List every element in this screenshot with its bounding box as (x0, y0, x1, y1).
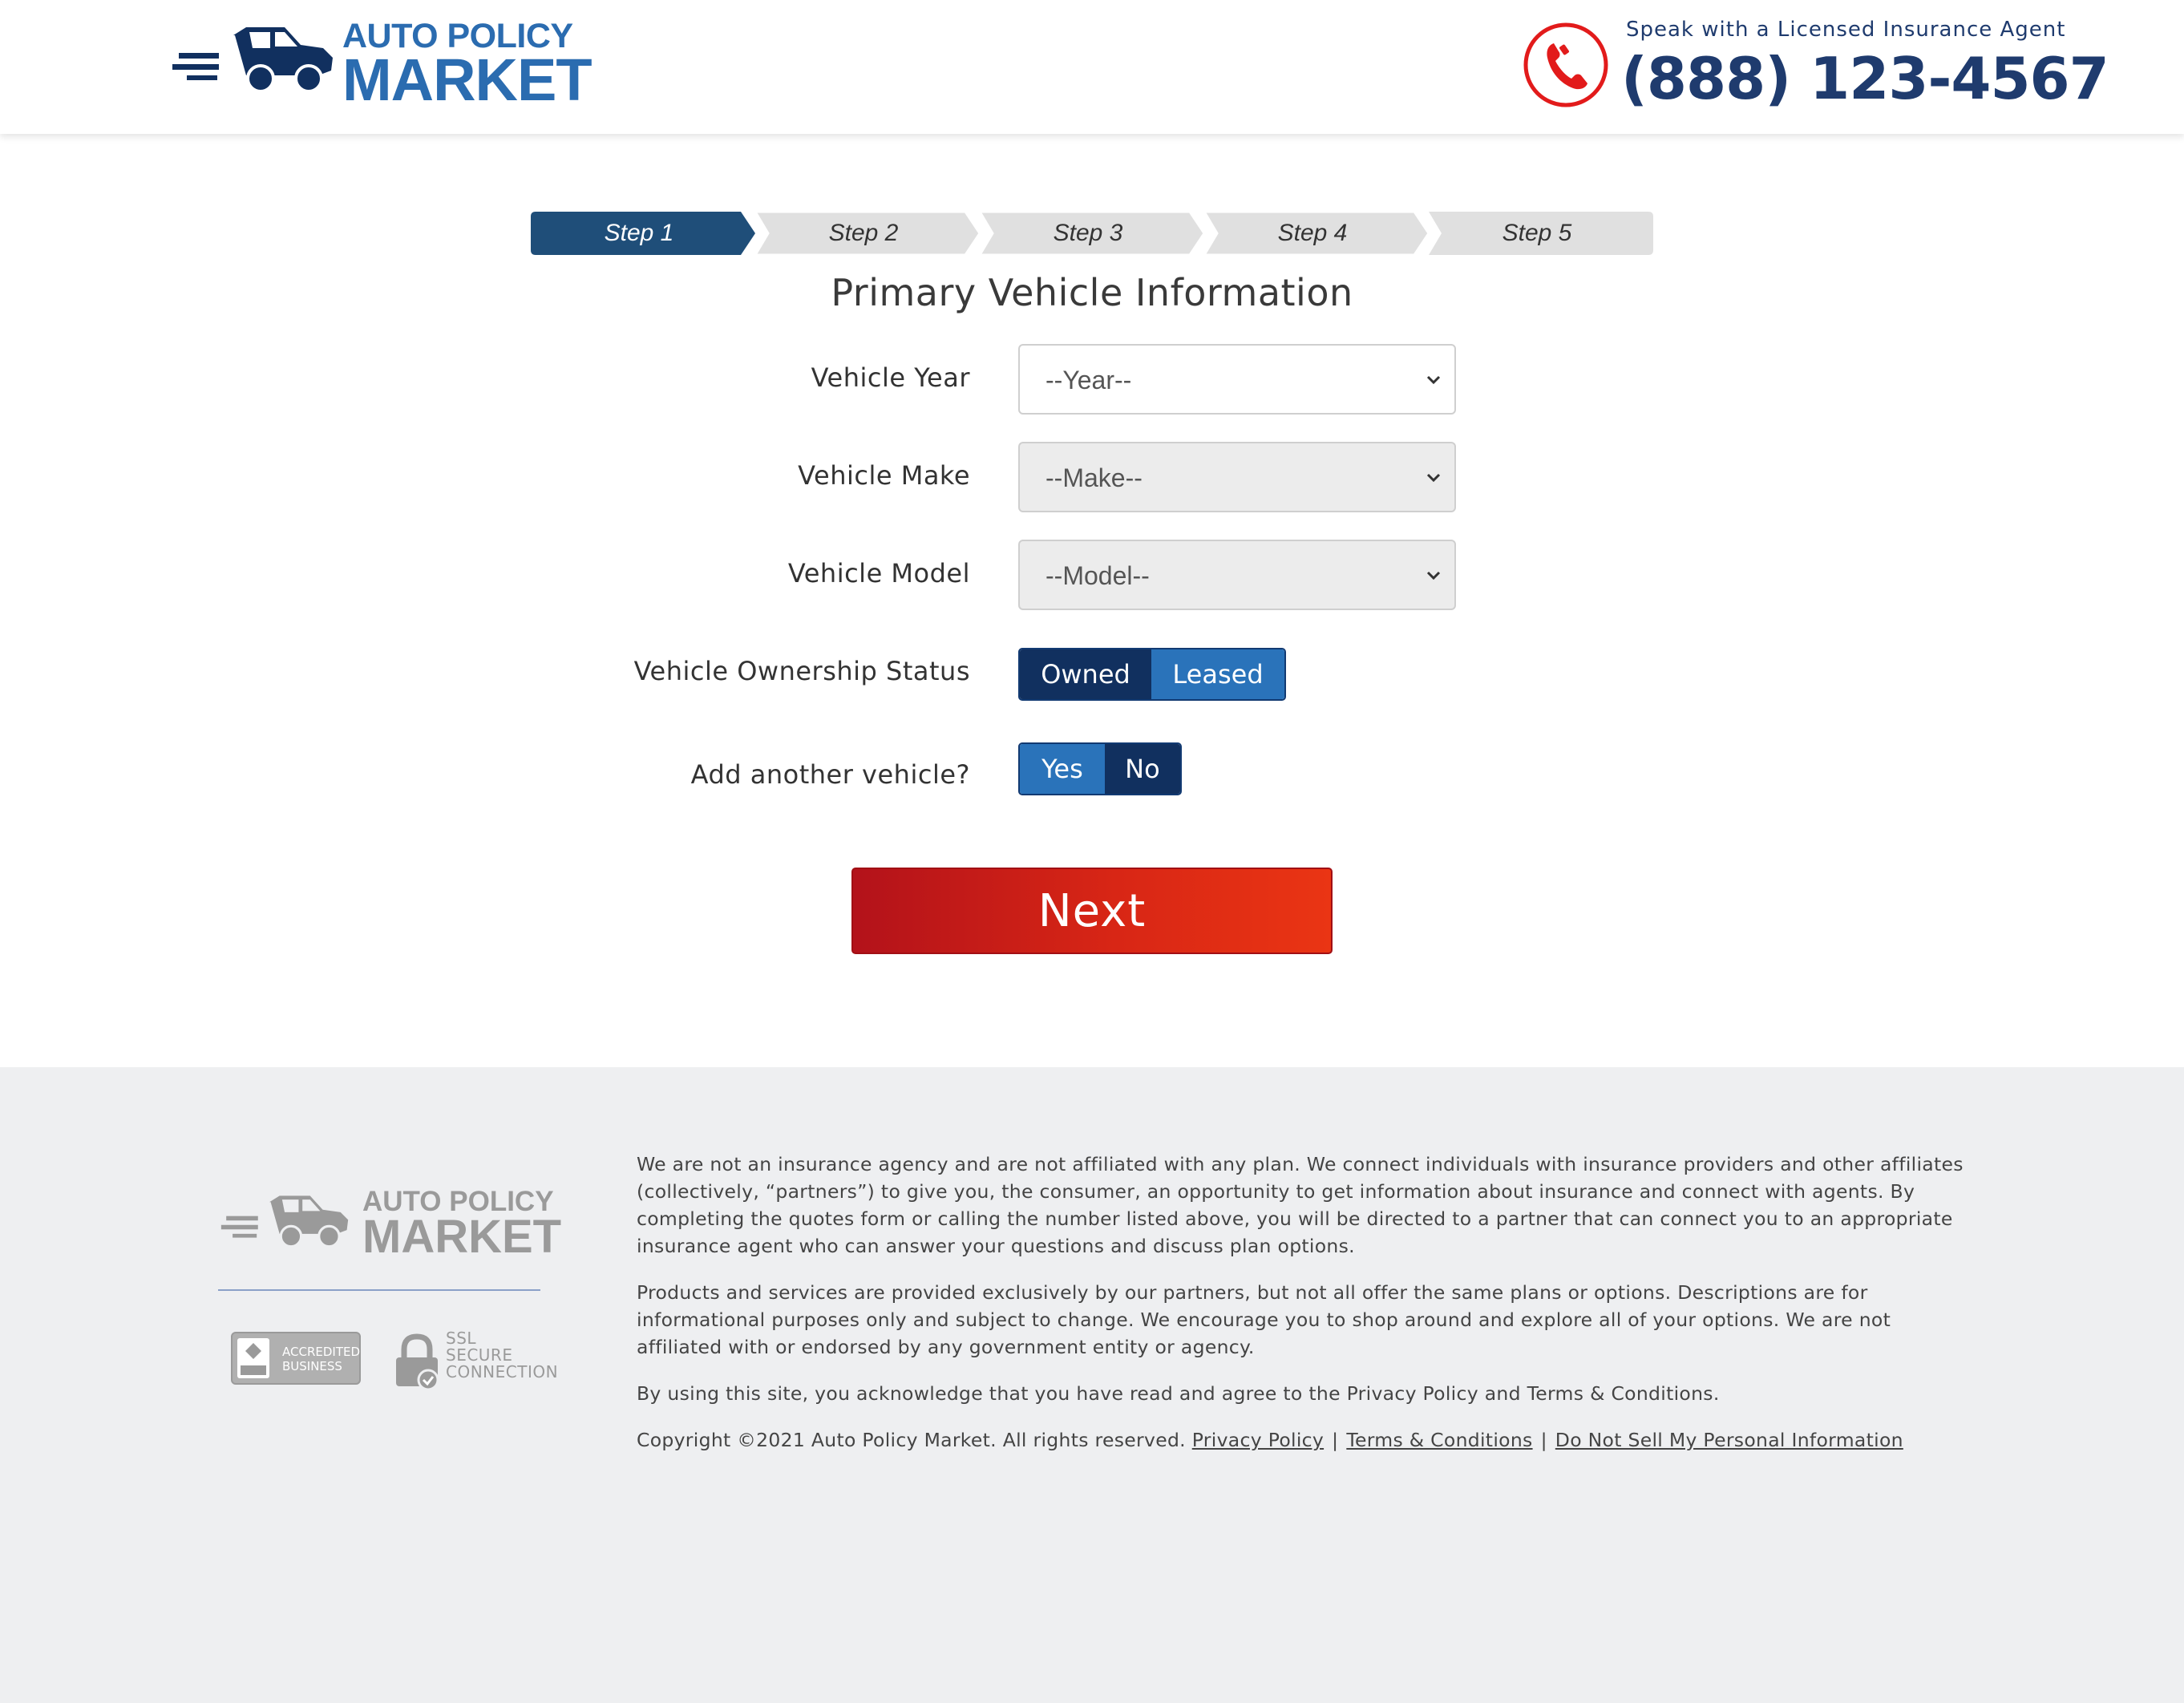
ssl-badge: SSL SECURE CONNECTION (393, 1330, 558, 1391)
add-vehicle-label: Add another vehicle? (690, 759, 970, 790)
ssl-text-line1: SSL (446, 1329, 477, 1348)
disclaimer-paragraph-2: Products and services are provided exclu… (637, 1281, 1891, 1358)
next-button[interactable]: Next (851, 868, 1333, 954)
vehicle-year-label: Vehicle Year (811, 362, 970, 393)
phone-icon (1523, 22, 1608, 107)
bbb-seal-icon (237, 1338, 269, 1378)
footer-logo-line2: MARKET (362, 1211, 562, 1263)
chevron-down-icon (1426, 571, 1441, 580)
step-1: Step 1 (531, 212, 757, 255)
footer-logo-text: AUTO POLICY MARKET (362, 1187, 562, 1263)
ssl-text: SSL SECURE CONNECTION (446, 1330, 558, 1381)
lock-icon (396, 1333, 439, 1391)
car-icon (220, 1195, 349, 1248)
add-vehicle-toggle: Yes No (1018, 742, 1182, 795)
footer-logo: AUTO POLICY MARKET (218, 1187, 561, 1260)
step-label: Step 3 (1053, 220, 1123, 246)
vehicle-make-value: --Make-- (1045, 463, 1143, 492)
link-separator: | (1540, 1429, 1547, 1451)
terms-link[interactable]: Terms & Conditions (1346, 1429, 1532, 1451)
bbb-text-line1: ACCREDITED (282, 1345, 361, 1359)
add-vehicle-yes-button[interactable]: Yes (1020, 744, 1105, 794)
vehicle-model-select[interactable]: --Model-- (1018, 540, 1456, 610)
chevron-down-icon (1426, 375, 1441, 385)
logo-text: AUTO POLICY MARKET (342, 18, 593, 113)
disclaimer-paragraph-1: We are not an insurance agency and are n… (637, 1153, 1964, 1257)
site-header: AUTO POLICY MARKET Speak with a Licensed… (0, 0, 2184, 134)
add-vehicle-no-button[interactable]: No (1104, 744, 1180, 794)
form-title: Primary Vehicle Information (831, 271, 1353, 314)
bbb-badge: ACCREDITED BUSINESS (231, 1332, 361, 1385)
step-5: Step 5 (1429, 212, 1655, 255)
vehicle-model-label: Vehicle Model (787, 558, 970, 589)
vehicle-year-value: --Year-- (1045, 366, 1132, 394)
site-logo[interactable]: AUTO POLICY MARKET (172, 18, 593, 110)
ssl-text-line2: SECURE (446, 1345, 513, 1365)
car-icon (172, 27, 333, 93)
ownership-owned-button[interactable]: Owned (1020, 649, 1152, 699)
vehicle-year-select[interactable]: --Year-- (1018, 344, 1456, 415)
ownership-leased-button[interactable]: Leased (1151, 649, 1284, 699)
step-label: Step 2 (828, 220, 899, 246)
ownership-label: Vehicle Ownership Status (633, 656, 970, 686)
bbb-text: ACCREDITED BUSINESS (282, 1345, 360, 1373)
footer-divider (218, 1289, 540, 1291)
copyright-line: Copyright ©2021 Auto Policy Market. All … (637, 1426, 1968, 1454)
ownership-toggle: Owned Leased (1018, 648, 1286, 701)
ssl-text-line3: CONNECTION (446, 1362, 559, 1381)
chevron-down-icon (1426, 473, 1441, 483)
step-3: Step 3 (980, 212, 1206, 255)
step-label: Step 1 (604, 220, 674, 246)
step-label: Step 4 (1277, 220, 1348, 246)
privacy-policy-link[interactable]: Privacy Policy (1192, 1429, 1324, 1451)
logo-line2: MARKET (342, 47, 593, 113)
step-2: Step 2 (755, 212, 981, 255)
phone-block[interactable]: Speak with a Licensed Insurance Agent (8… (1523, 18, 2109, 114)
phone-caption: Speak with a Licensed Insurance Agent (1626, 18, 2066, 42)
step-label: Step 5 (1502, 220, 1572, 246)
site-footer: AUTO POLICY MARKET ACCREDITED BUSINESS S… (0, 1067, 2184, 1703)
footer-disclaimer: We are not an insurance agency and are n… (637, 1151, 1968, 1473)
step-progress: Step 1 Step 2 Step 3 Step 4 Step 5 (531, 212, 1653, 255)
vehicle-make-label: Vehicle Make (798, 460, 970, 491)
step-4: Step 4 (1204, 212, 1430, 255)
link-separator: | (1332, 1429, 1339, 1451)
vehicle-model-value: --Model-- (1045, 561, 1150, 590)
phone-number[interactable]: (888) 123-4567 (1621, 45, 2109, 112)
copyright-text: Copyright ©2021 Auto Policy Market. All … (637, 1429, 1186, 1451)
disclaimer-paragraph-3: By using this site, you acknowledge that… (637, 1382, 1720, 1405)
bbb-text-line2: BUSINESS (282, 1359, 342, 1373)
vehicle-make-select[interactable]: --Make-- (1018, 442, 1456, 512)
do-not-sell-link[interactable]: Do Not Sell My Personal Information (1555, 1429, 1903, 1451)
